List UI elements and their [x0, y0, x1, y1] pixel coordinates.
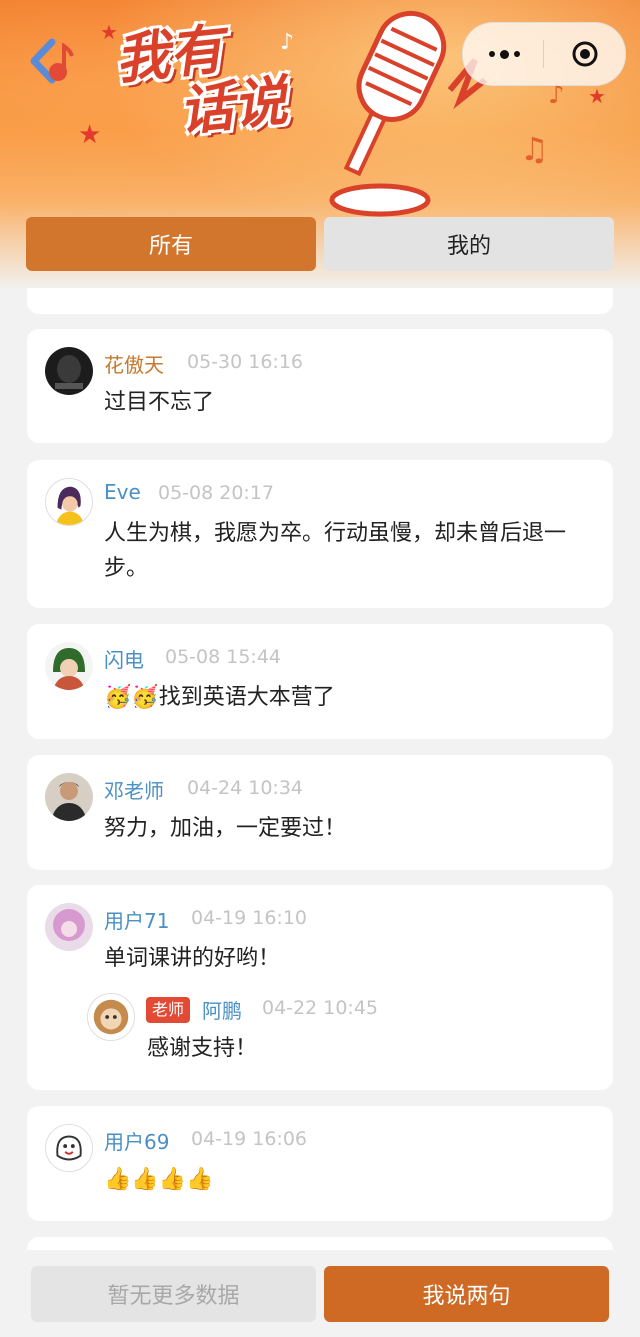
list-item: 用户71 04-19 16:10 单词课讲的好哟！ 老师 阿鹏 04-22 10…	[27, 885, 613, 1090]
comment-author[interactable]: 邓老师	[104, 775, 164, 804]
comment-time: 04-19 16:06	[191, 1128, 308, 1150]
party-face-icon: 🥳🥳	[104, 685, 159, 710]
reply-text: 感谢支持！	[147, 1036, 258, 1061]
star-icon: ★	[588, 84, 606, 108]
avatar[interactable]	[45, 478, 93, 526]
avatar[interactable]	[45, 1124, 93, 1172]
avatar[interactable]	[45, 347, 93, 395]
page-title: 我有 话说	[112, 16, 291, 144]
list-item: 邓老师 04-24 10:34 努力，加油，一定要过！	[27, 755, 613, 870]
list-item: 花傲天 05-30 16:16 过目不忘了	[27, 329, 613, 443]
list-item	[27, 288, 613, 314]
comment-text: 努力，加油，一定要过！	[104, 816, 347, 841]
star-icon: ★	[78, 120, 102, 150]
comment-time: 05-08 15:44	[165, 646, 282, 668]
comment-text: 🥳🥳找到英语大本营了	[104, 685, 335, 710]
bottom-bar: 暂无更多数据 我说两句	[0, 1250, 640, 1337]
no-more-data-button[interactable]: 暂无更多数据	[31, 1266, 316, 1322]
avatar[interactable]	[45, 773, 93, 821]
more-options-icon[interactable]	[485, 41, 523, 67]
comment-time: 05-08 20:17	[158, 482, 275, 504]
comment-time: 05-30 16:16	[187, 351, 304, 373]
tab-all[interactable]: 所有	[26, 217, 316, 271]
post-comment-button[interactable]: 我说两句	[324, 1266, 609, 1322]
microphone-icon	[329, 10, 487, 217]
teacher-reply: 老师 阿鹏 04-22 10:45 感谢支持！	[87, 993, 587, 1093]
avatar[interactable]	[87, 993, 135, 1041]
comment-text: 过目不忘了	[104, 390, 215, 415]
comment-time: 04-24 10:34	[187, 777, 304, 799]
music-note-icon: ♫	[520, 130, 549, 168]
comment-text: 👍👍👍👍	[104, 1162, 594, 1197]
mini-program-capsule	[462, 22, 626, 86]
comment-text: 人生为棋，我愿为卒。行动虽慢，却未曾后退一步。	[104, 521, 567, 581]
thumbs-up-icon: 👍👍👍👍	[104, 1167, 214, 1192]
tab-bar: 所有 我的	[26, 217, 614, 271]
tab-mine[interactable]: 我的	[324, 217, 614, 271]
comment-author[interactable]: 闪电	[104, 644, 144, 673]
comment-author[interactable]: 花傲天	[104, 349, 164, 378]
avatar[interactable]	[45, 642, 93, 690]
list-item: 用户69 04-19 16:06 👍👍👍👍	[27, 1106, 613, 1221]
list-item: Eve 05-08 20:17 人生为棋，我愿为卒。行动虽慢，却未曾后退一步。	[27, 460, 613, 608]
reply-time: 04-22 10:45	[262, 997, 379, 1019]
list-item	[27, 1237, 613, 1250]
comment-text: 单词课讲的好哟！	[104, 946, 281, 971]
comment-time: 04-19 16:10	[191, 907, 308, 929]
teacher-badge: 老师	[146, 997, 191, 1023]
close-target-icon[interactable]	[571, 40, 599, 68]
capsule-divider	[543, 40, 544, 68]
comment-author[interactable]: Eve	[104, 480, 141, 504]
comment-author[interactable]: 用户69	[104, 1126, 169, 1155]
reply-author[interactable]: 阿鹏	[202, 995, 242, 1024]
list-item: 闪电 05-08 15:44 🥳🥳找到英语大本营了	[27, 624, 613, 739]
comment-author[interactable]: 用户71	[104, 905, 169, 934]
comment-list[interactable]: 花傲天 05-30 16:16 过目不忘了 Eve 05-08 20:17 人生…	[0, 288, 640, 1250]
back-icon[interactable]	[24, 36, 74, 86]
avatar[interactable]	[45, 903, 93, 951]
